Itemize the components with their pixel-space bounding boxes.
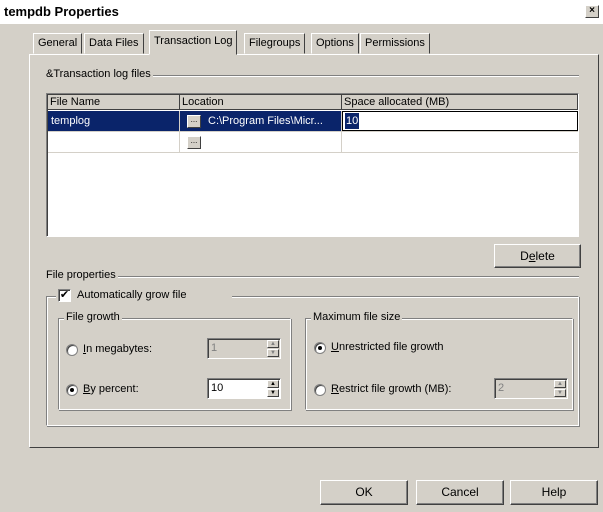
restrict-label-accel: R — [331, 383, 339, 395]
megabytes-radio[interactable] — [66, 344, 78, 356]
megabytes-label-suffix: n megabytes: — [86, 343, 153, 355]
tab-permissions[interactable]: Permissions — [360, 33, 430, 54]
down-arrow-icon: ▼ — [554, 389, 566, 397]
properties-window: tempdb Properties × General Data Files T… — [0, 0, 603, 512]
down-arrow-icon[interactable]: ▼ — [267, 389, 279, 397]
browse-location-button[interactable]: ... — [187, 115, 201, 128]
help-button[interactable]: Help — [510, 480, 598, 505]
browse-location-button[interactable]: ... — [187, 136, 201, 149]
space-allocated-value: 10 — [345, 113, 360, 129]
tab-data-files[interactable]: Data Files — [84, 33, 144, 54]
auto-grow-label-prefix: Automatically — [77, 289, 146, 301]
megabytes-value: 1 — [211, 342, 218, 354]
tab-transaction-log[interactable]: Transaction Log — [149, 30, 238, 55]
up-arrow-icon[interactable]: ▲ — [267, 380, 279, 388]
column-header-file-name[interactable]: File Name — [48, 95, 180, 110]
restrict-label-suffix: estrict file growth (MB): — [338, 383, 452, 395]
space-allocated-input[interactable]: 10 — [342, 111, 578, 131]
auto-grow-label[interactable]: Automatically grow file — [77, 289, 186, 301]
auto-grow-row[interactable]: ✔ Automatically grow file — [56, 289, 232, 303]
percent-label[interactable]: By percent: — [83, 383, 139, 395]
restrict-label[interactable]: Restrict file growth (MB): — [331, 383, 451, 395]
up-arrow-icon: ▲ — [267, 340, 279, 348]
up-arrow-icon: ▲ — [554, 380, 566, 388]
window-title: tempdb Properties — [4, 4, 119, 19]
restrict-stepper: 2 ▲ ▼ — [494, 378, 568, 399]
unrestricted-label[interactable]: Unrestricted file growth — [331, 341, 444, 353]
file-name-cell[interactable] — [48, 132, 180, 152]
log-files-group-label: &Transaction log files — [44, 68, 153, 80]
restrict-value: 2 — [498, 382, 505, 394]
file-properties-group-line — [46, 276, 579, 278]
restrict-radio[interactable] — [314, 384, 326, 396]
max-file-size-group-label: Maximum file size — [311, 311, 403, 323]
unrestricted-label-accel: U — [331, 341, 339, 353]
title-bar: tempdb Properties × — [0, 0, 603, 24]
log-files-grid[interactable]: File Name Location Space allocated (MB) … — [46, 93, 579, 237]
tab-general[interactable]: General — [33, 33, 83, 54]
column-header-location[interactable]: Location — [180, 95, 342, 110]
location-cell[interactable]: C:\Program Files\Micr... — [180, 111, 342, 131]
down-arrow-icon: ▼ — [267, 349, 279, 357]
cancel-button[interactable]: Cancel — [416, 480, 504, 505]
file-growth-group-label: File growth — [64, 311, 122, 323]
file-properties-group-label: File properties — [44, 269, 118, 281]
table-row[interactable]: ... — [48, 132, 578, 153]
megabytes-stepper: 1 ▲ ▼ — [207, 338, 281, 359]
percent-label-suffix: y percent: — [90, 383, 139, 395]
tab-filegroups[interactable]: Filegroups — [244, 33, 306, 54]
location-cell[interactable] — [180, 132, 342, 152]
delete-label-suffix: lete — [535, 249, 555, 263]
delete-button[interactable]: Delete — [494, 244, 581, 268]
percent-value: 10 — [211, 382, 224, 394]
ok-button[interactable]: OK — [320, 480, 408, 505]
file-name-cell[interactable]: templog — [48, 111, 180, 131]
tab-options[interactable]: Options — [311, 33, 359, 54]
percent-stepper[interactable]: 10 ▲ ▼ — [207, 378, 281, 399]
unrestricted-radio[interactable] — [314, 342, 326, 354]
close-icon[interactable]: × — [585, 5, 599, 18]
auto-grow-label-suffix: row file — [151, 289, 187, 301]
table-row[interactable]: templog C:\Program Files\Micr... ... 10 — [48, 111, 578, 132]
space-cell[interactable] — [342, 132, 578, 152]
delete-label-accel: e — [528, 249, 536, 263]
delete-label-prefix: D — [520, 249, 529, 263]
megabytes-label[interactable]: In megabytes: — [83, 343, 152, 355]
unrestricted-label-suffix: nrestricted file growth — [338, 341, 444, 353]
column-header-space[interactable]: Space allocated (MB) — [342, 95, 578, 110]
grid-header: File Name Location Space allocated (MB) — [48, 95, 578, 110]
auto-grow-checkbox[interactable]: ✔ — [58, 289, 71, 302]
percent-radio[interactable] — [66, 384, 78, 396]
